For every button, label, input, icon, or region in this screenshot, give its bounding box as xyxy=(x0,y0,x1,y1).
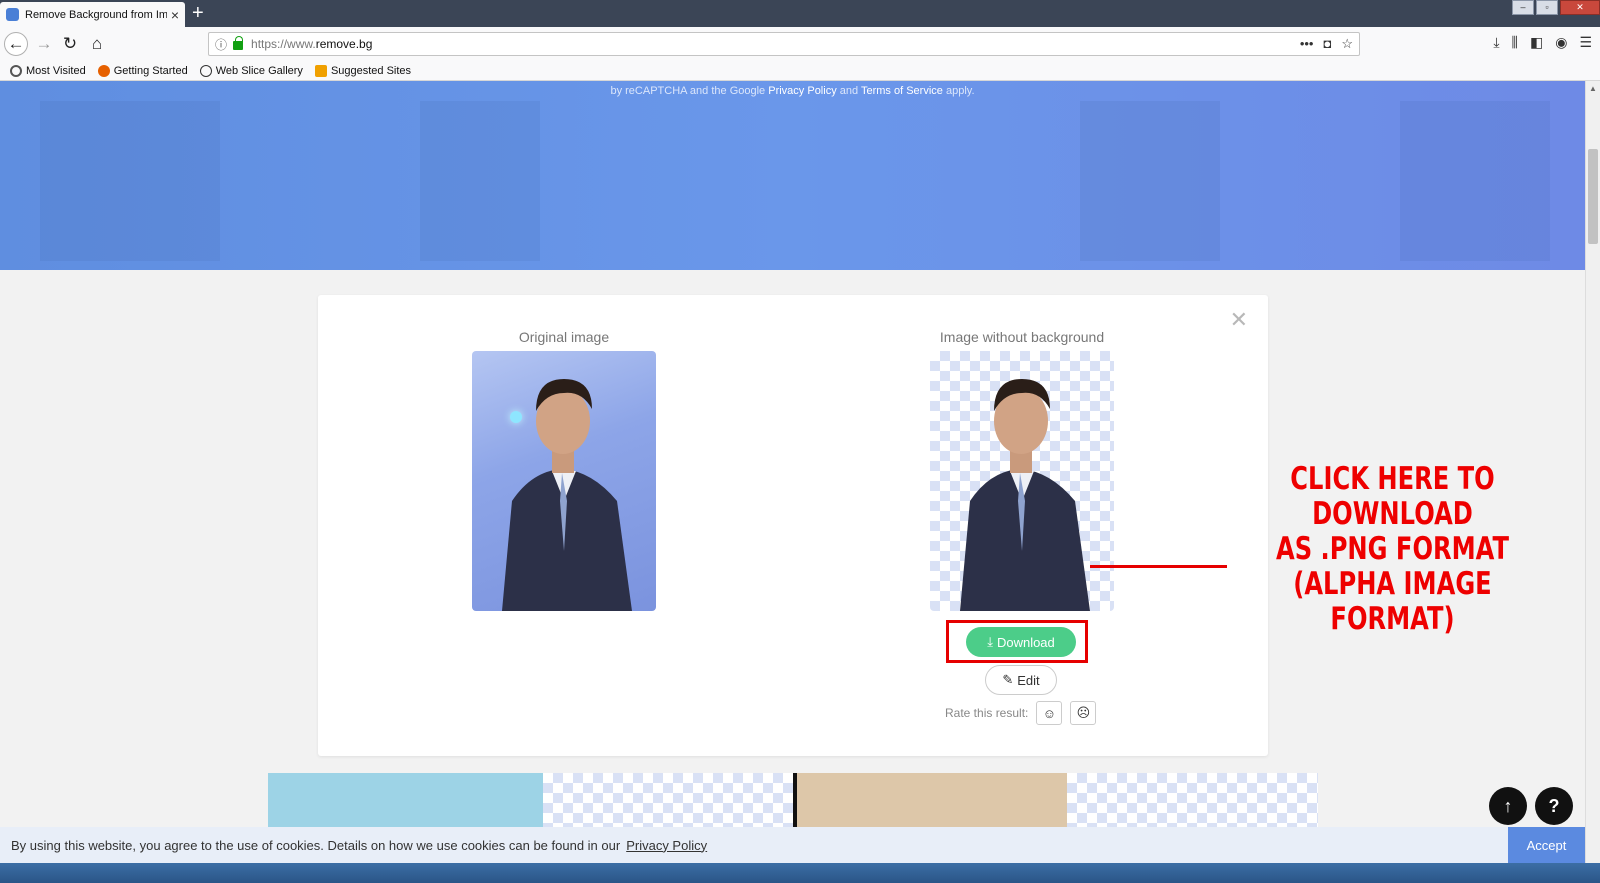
person-figure-cutout xyxy=(960,379,1090,611)
bookmark-label: Getting Started xyxy=(113,64,188,77)
terms-link[interactable]: Terms of Service xyxy=(861,85,943,97)
cookie-privacy-link[interactable]: Privacy Policy xyxy=(626,838,707,853)
rate-happy-button[interactable]: ☺ xyxy=(1036,701,1063,725)
url-actions: ••• ◘ ☆ xyxy=(1300,36,1353,52)
edit-label: Edit xyxy=(1017,672,1040,688)
rate-label: Rate this result: xyxy=(945,706,1029,720)
account-icon[interactable]: ◉ xyxy=(1555,34,1567,51)
accept-cookies-button[interactable]: Accept xyxy=(1508,827,1585,863)
download-button[interactable]: ⤓ Download xyxy=(966,627,1076,657)
page-scrollbar[interactable]: ▲ xyxy=(1585,81,1600,863)
recaptcha-and: and xyxy=(839,85,859,97)
hero-background-shape xyxy=(420,101,540,261)
lock-icon xyxy=(233,35,244,50)
back-icon[interactable]: ← xyxy=(4,32,28,56)
nobg-image-title: Image without background xyxy=(939,329,1105,345)
rate-result: Rate this result: ☺ ☹ xyxy=(945,701,1097,725)
browser-tab[interactable]: Remove Background from Ima × xyxy=(0,2,185,27)
annotation-line: AS .PNG FORMAT xyxy=(1275,531,1510,567)
bookmark-getting-started[interactable]: Getting Started xyxy=(97,64,188,77)
privacy-policy-link[interactable]: Privacy Policy xyxy=(768,85,836,97)
cookie-text: By using this website, you agree to the … xyxy=(11,837,621,853)
rate-sad-button[interactable]: ☹ xyxy=(1070,701,1097,725)
os-taskbar xyxy=(0,863,1600,883)
window-close-icon[interactable]: ✕ xyxy=(1560,0,1600,15)
recaptcha-suffix: apply. xyxy=(945,85,975,97)
close-icon[interactable]: ✕ xyxy=(1230,309,1248,331)
bookmark-label: Most Visited xyxy=(26,64,86,77)
reload-icon[interactable]: ↻ xyxy=(58,32,82,56)
recaptcha-notice: by reCAPTCHA and the Google Privacy Poli… xyxy=(0,85,1585,97)
hamburger-menu-icon[interactable]: ☰ xyxy=(1579,34,1592,51)
hero-background-shape xyxy=(1400,101,1550,261)
globe-icon xyxy=(199,64,212,77)
title-bar: Remove Background from Ima × + – ▫ ✕ xyxy=(0,0,1600,27)
hero-background-shape xyxy=(1080,101,1220,261)
hero-banner: by reCAPTCHA and the Google Privacy Poli… xyxy=(0,81,1585,270)
annotation-arrow-line xyxy=(1090,565,1227,568)
tab-title: Remove Background from Ima xyxy=(25,8,167,21)
scroll-thumb[interactable] xyxy=(1588,149,1598,244)
toolbar-right: ⤓ ⫼ ◧ ◉ ☰ xyxy=(1493,34,1592,51)
edit-button[interactable]: ✎ Edit xyxy=(985,665,1057,695)
url-host: remove.bg xyxy=(315,37,373,51)
sidebar-icon[interactable]: ◧ xyxy=(1530,34,1543,51)
new-tab-icon[interactable]: + xyxy=(192,2,204,24)
downloads-icon[interactable]: ⤓ xyxy=(1493,34,1499,51)
nav-bar: ← → ↻ ⌂ ⓘ https://www. remove.bg ••• ◘ ☆ xyxy=(0,27,1600,61)
bookmark-web-slice-gallery[interactable]: Web Slice Gallery xyxy=(199,64,303,77)
tab-close-icon[interactable]: × xyxy=(171,7,179,23)
gear-icon xyxy=(10,64,22,77)
bookmark-suggested-sites[interactable]: Suggested Sites xyxy=(314,64,412,77)
scroll-to-top-button[interactable]: ↑ xyxy=(1489,787,1527,825)
bookmarks-bar: Most Visited Getting Started Web Slice G… xyxy=(0,61,1600,81)
download-label: Download xyxy=(996,634,1055,650)
hero-background-shape xyxy=(40,101,220,261)
original-image xyxy=(472,351,656,611)
minimize-icon[interactable]: – xyxy=(1512,0,1534,15)
removebg-favicon-icon xyxy=(6,8,19,21)
firefox-icon xyxy=(97,64,110,77)
result-card: ✕ Original image Image without backgroun… xyxy=(318,295,1268,756)
suggested-sites-icon xyxy=(314,64,327,77)
forward-icon[interactable]: → xyxy=(32,32,56,56)
bookmark-label: Web Slice Gallery xyxy=(215,64,303,77)
pocket-icon[interactable]: ◘ xyxy=(1323,36,1331,52)
page-actions-icon[interactable]: ••• xyxy=(1300,36,1314,52)
info-icon[interactable]: ⓘ xyxy=(215,36,227,53)
bookmark-label: Suggested Sites xyxy=(330,64,412,77)
cookie-banner: By using this website, you agree to the … xyxy=(0,827,1585,863)
bookmark-star-icon[interactable]: ☆ xyxy=(1341,36,1353,52)
library-icon[interactable]: ⫼ xyxy=(1512,34,1518,51)
window-controls: – ▫ ✕ xyxy=(1510,0,1600,15)
annotation-text: CLICK HERE TO DOWNLOAD AS .PNG FORMAT (A… xyxy=(1246,462,1539,637)
annotation-line: CLICK HERE TO DOWNLOAD xyxy=(1290,461,1495,532)
url-protocol: https://www. xyxy=(251,37,316,51)
bookmark-most-visited[interactable]: Most Visited xyxy=(10,64,86,77)
recaptcha-text: by reCAPTCHA and the Google xyxy=(610,85,766,97)
restore-icon[interactable]: ▫ xyxy=(1536,0,1558,15)
pencil-icon: ✎ xyxy=(1002,672,1014,687)
original-image-title: Original image xyxy=(518,329,610,345)
annotation-line: (ALPHA IMAGE FORMAT) xyxy=(1293,566,1492,637)
image-without-background xyxy=(930,351,1114,611)
home-icon[interactable]: ⌂ xyxy=(85,32,109,56)
url-bar[interactable]: ⓘ https://www. remove.bg ••• ◘ ☆ xyxy=(208,32,1360,56)
bokeh-light xyxy=(510,411,522,423)
scroll-up-icon[interactable]: ▲ xyxy=(1586,81,1600,96)
download-icon: ⤓ xyxy=(987,634,993,649)
person-figure xyxy=(502,379,632,611)
help-button[interactable]: ? xyxy=(1535,787,1573,825)
